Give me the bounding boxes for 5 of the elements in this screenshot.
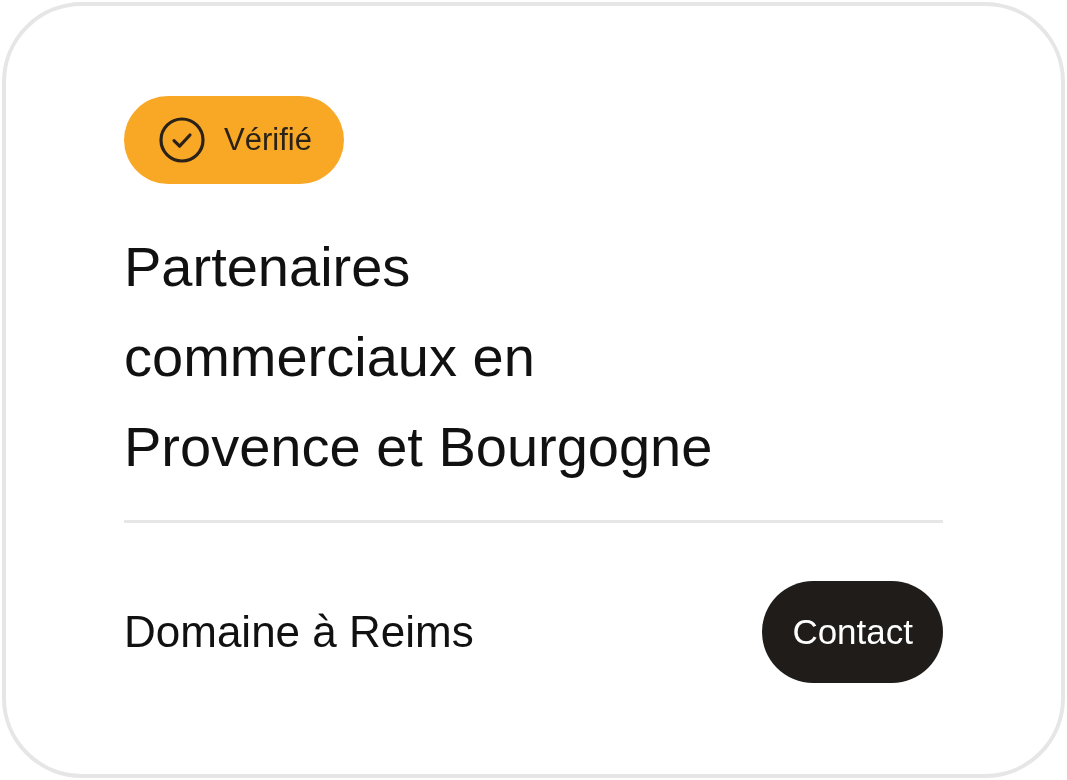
badge-label: Vérifié: [224, 120, 312, 159]
card-title: Partenaires commerciaux en Provence et Bourgogne: [124, 234, 714, 480]
location-text: Domaine à Reims: [124, 606, 474, 658]
contact-button[interactable]: Contact: [762, 581, 943, 683]
check-circle-icon: [158, 116, 206, 164]
